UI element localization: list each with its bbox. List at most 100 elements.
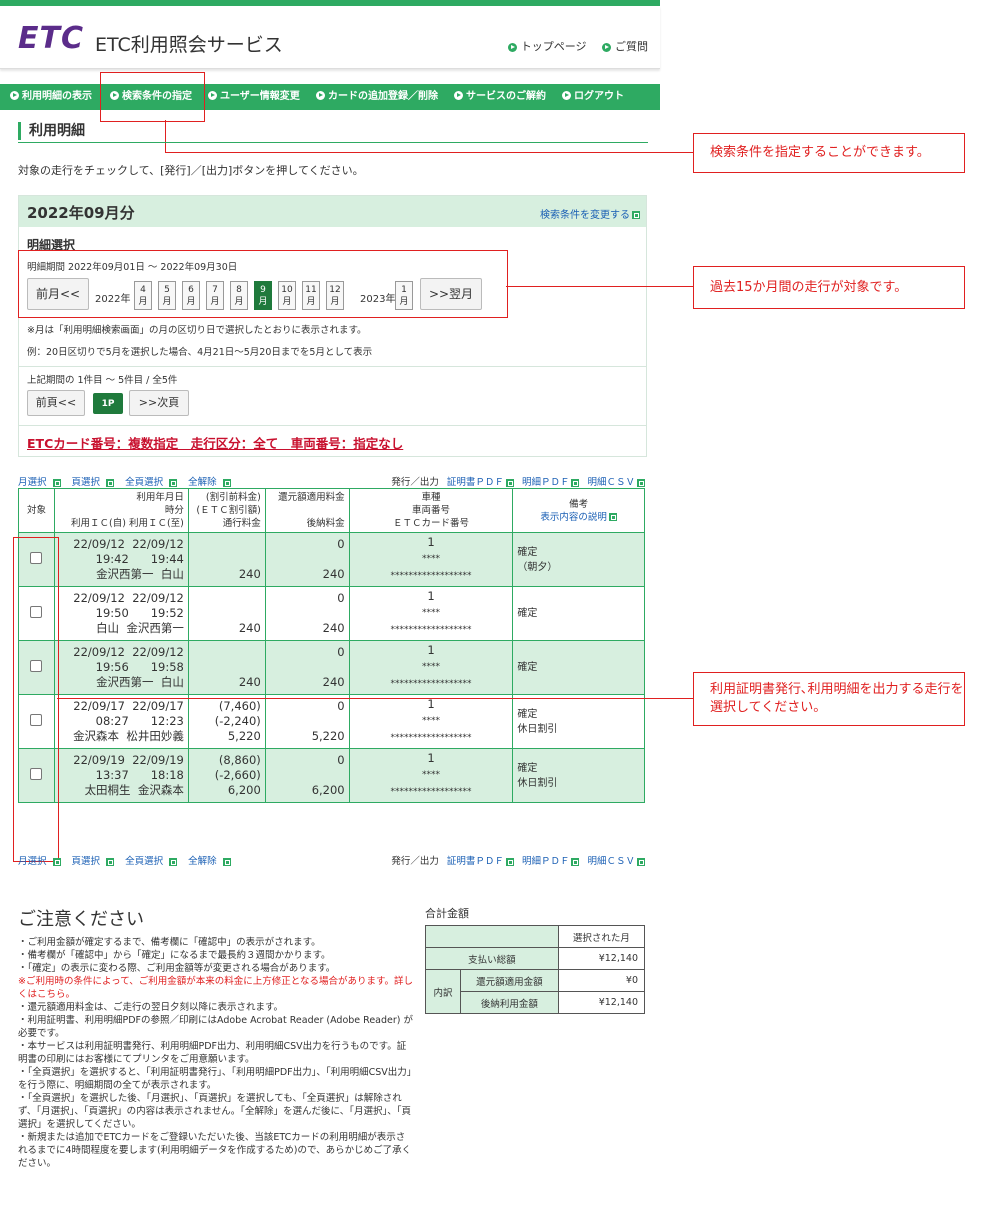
- clear-all-link[interactable]: 全解除: [188, 856, 235, 867]
- prev-page-button[interactable]: 前頁<<: [27, 390, 85, 416]
- header-notes: 備考 表示内容の説明: [512, 488, 645, 533]
- external-link-icon: [571, 857, 580, 866]
- note-example: 例：20日区切りで5月を選択した場合、4月21日～5月20日までを5月として表示: [27, 347, 373, 358]
- arrow-circle-icon: [316, 90, 325, 100]
- car-cell: 1 **** ******************: [348, 586, 514, 641]
- summary-deferred-value: ¥12,140: [557, 991, 646, 1014]
- external-link-icon: [106, 857, 115, 866]
- clear-all-link[interactable]: 全解除: [188, 477, 235, 488]
- callout-line: [165, 152, 693, 153]
- card-filter-info: ETCカード番号：複数指定 走行区分：全て 車両番号：指定なし: [27, 436, 404, 451]
- detail-pdf-link[interactable]: 明細ＰＤＦ: [522, 856, 580, 867]
- table-row: 22/09/12 22/09/12 19:42 19:44 金沢西第一 白山 240 0…: [18, 532, 645, 587]
- note-month-division: ※月は「利用明細検索画面」の月の区切り日で選択したとおりに表示されます。: [27, 325, 367, 336]
- nav-usage-details[interactable]: 利用明細の表示: [10, 84, 92, 110]
- page-select-link[interactable]: 頁選択: [72, 477, 119, 488]
- all-pages-select-link[interactable]: 全頁選択: [125, 856, 181, 867]
- notes-explanation-link[interactable]: 表示内容の説明: [540, 512, 617, 523]
- select-links-bottom: 月選択 頁選択 全頁選択 全解除: [18, 853, 239, 867]
- detail-csv-link[interactable]: 明細ＣＳＶ: [587, 477, 645, 488]
- next-page-button[interactable]: >>次頁: [129, 390, 189, 416]
- arrow-circle-icon: [208, 90, 217, 100]
- refund-cell: 0 240: [264, 586, 350, 641]
- header-refund: 還元額適用料金 後納料金: [264, 488, 350, 533]
- external-link-icon: [169, 857, 178, 866]
- external-link-icon: [505, 857, 514, 866]
- external-link-icon: [637, 478, 645, 487]
- fee-cell: (7,460) (-2,240) 5,220: [187, 694, 266, 749]
- warning-item: ・ご利用金額が確定するまで、備考欄に「確認中」の表示がされます。: [18, 937, 321, 948]
- select-links-top: 月選択 頁選択 全頁選択 全解除: [18, 474, 239, 488]
- car-cell: 1 **** ******************: [348, 640, 514, 695]
- month-select-link[interactable]: 月選択: [18, 477, 65, 488]
- header-target: 対象: [18, 488, 55, 533]
- callout-line: [506, 286, 693, 287]
- date-ic-cell: 22/09/19 22/09/19 13:37 18:18 太田桐生 金沢森本: [53, 748, 189, 803]
- panel-header: 2022年09月分 検索条件を変更する: [19, 196, 646, 227]
- page-select-link[interactable]: 頁選択: [72, 856, 119, 867]
- summary-table: 選択された月 支払い総額 ¥12,140 内訳 還元額適用金額 ¥0 後納利用金…: [425, 925, 646, 1014]
- detail-csv-link[interactable]: 明細ＣＳＶ: [587, 856, 645, 867]
- summary-breakdown-label: 内訳: [425, 969, 461, 1014]
- warnings-title: ご注意ください: [18, 909, 144, 930]
- nav-cancel-service[interactable]: サービスのご解約: [454, 84, 546, 110]
- certificate-pdf-link[interactable]: 証明書ＰＤＦ: [447, 856, 514, 867]
- notes-cell: 確定: [512, 586, 645, 641]
- date-ic-cell: 22/09/12 22/09/12 19:42 19:44 金沢西第一 白山: [53, 532, 189, 587]
- highlight-search-nav: [100, 72, 205, 122]
- external-link-icon: [222, 857, 231, 866]
- all-pages-select-link[interactable]: 全頁選択: [125, 477, 181, 488]
- notes-cell: 確定 （朝夕）: [512, 532, 645, 587]
- month-select-link[interactable]: 月選択: [18, 856, 65, 867]
- main-nav: 利用明細の表示 検索条件の指定 ユーザー情報変更 カードの追加登録／削除 サービ…: [0, 84, 660, 110]
- usage-table: 対象 利用年月日 時分 利用ＩＣ(自) 利用ＩＣ(至) (割引前料金) (ＥＴＣ割引額…: [18, 488, 645, 803]
- etc-logo[interactable]: ETC: [18, 24, 84, 54]
- notes-cell: 確定 休日割引: [512, 694, 645, 749]
- output-links-bottom: 発行／出力 証明書ＰＤＦ 明細ＰＤＦ 明細ＣＳＶ: [391, 853, 645, 867]
- callout-select-rows: 利用証明書発行､利用明細を出力する走行を選択してください。: [693, 672, 965, 726]
- notes-cell: 確定: [512, 640, 645, 695]
- refund-cell: 0 6,200: [264, 748, 350, 803]
- month-title: 2022年09月分: [27, 204, 135, 222]
- warnings-list: ・ご利用金額が確定するまで、備考欄に「確認中」の表示がされます。 ・備考欄が「確…: [18, 936, 414, 1170]
- nav-card-management[interactable]: カードの追加登録／削除: [316, 84, 438, 110]
- external-link-icon: [608, 513, 617, 521]
- output-links-top: 発行／出力 証明書ＰＤＦ 明細ＰＤＦ 明細ＣＳＶ: [391, 474, 645, 488]
- external-link-icon: [571, 478, 580, 487]
- summary-refund-row: 内訳 還元額適用金額 ¥0: [425, 969, 646, 1014]
- notes-cell: 確定 休日割引: [512, 748, 645, 803]
- warning-item-highlight[interactable]: ※ご利用時の条件によって、ご利用金額が本来の料金に上方修正となる場合があります。…: [18, 975, 414, 1001]
- summary-refund-label: 還元額適用金額: [460, 969, 559, 992]
- arrow-circle-icon: [454, 90, 463, 100]
- top-page-link[interactable]: トップページ: [507, 40, 587, 53]
- instruction-text: 対象の走行をチェックして、[発行]／[出力]ボタンを押してください。: [18, 164, 364, 177]
- date-ic-cell: 22/09/12 22/09/12 19:50 19:52 白山 金沢西第一: [53, 586, 189, 641]
- page-1-button[interactable]: 1P: [93, 393, 123, 414]
- table-header-row: 対象 利用年月日 時分 利用ＩＣ(自) 利用ＩＣ(至) (割引前料金) (ＥＴＣ割引額…: [18, 488, 645, 533]
- faq-link[interactable]: ご質問: [602, 40, 648, 53]
- arrow-circle-icon: [562, 90, 571, 100]
- car-cell: 1 **** ******************: [348, 748, 514, 803]
- summary-title: 合計金額: [425, 907, 469, 920]
- fee-cell: (8,860) (-2,660) 6,200: [187, 748, 266, 803]
- warning-item: ・「確定」の表示に変わる際、ご利用金額等が変更される場合があります。: [18, 963, 336, 974]
- fee-cell: 240: [187, 640, 266, 695]
- nav-user-info[interactable]: ユーザー情報変更: [208, 84, 300, 110]
- nav-logout[interactable]: ログアウト: [562, 84, 624, 110]
- highlight-month-range: [18, 250, 508, 318]
- warning-item: ・「全頁選択」を選択すると、「利用証明書発行」、「利用明細PDF出力」、「利用明…: [18, 1067, 412, 1091]
- change-conditions-link[interactable]: 検索条件を変更する: [540, 206, 640, 221]
- summary-col-header: 選択された月: [557, 925, 646, 948]
- warning-item: ・備考欄が「確認中」から「確定」になるまで最長約３週間かかります。: [18, 950, 331, 961]
- certificate-pdf-link[interactable]: 証明書ＰＤＦ: [447, 477, 514, 488]
- detail-pdf-link[interactable]: 明細ＰＤＦ: [522, 477, 580, 488]
- external-link-icon: [106, 478, 115, 487]
- arrow-circle-icon: [10, 90, 19, 100]
- header: ETC ETC利用照会サービス トップページ ご質問: [0, 6, 660, 69]
- warning-item: ・「全頁選択」を選択した後、「月選択」、「頁選択」を選択しても、「全頁選択」は解…: [18, 1093, 412, 1130]
- refund-cell: 0 5,220: [264, 694, 350, 749]
- callout-line: [57, 698, 693, 699]
- panel-divider: [19, 366, 646, 367]
- warning-item: ・新規または追加でETCカードをご登録いただいた後、当該ETCカードの利用明細が…: [18, 1132, 412, 1169]
- summary-refund-value: ¥0: [557, 969, 646, 992]
